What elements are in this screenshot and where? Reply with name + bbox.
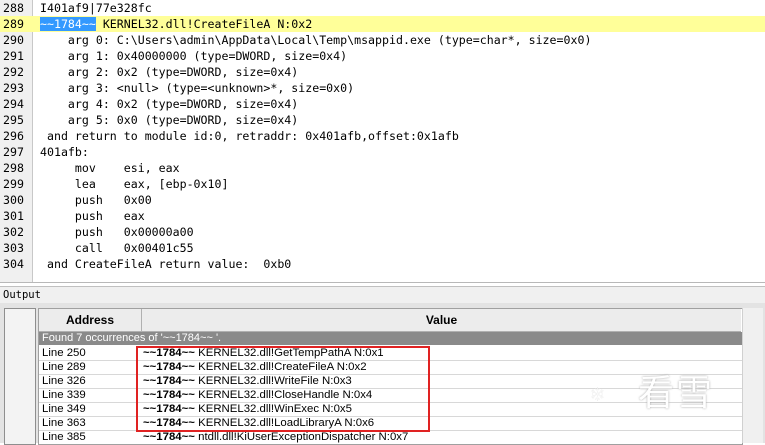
line-number: 295 bbox=[3, 113, 24, 127]
line-number: 299 bbox=[3, 177, 24, 191]
code-line[interactable]: 293 arg 3: <null> (type=<unknown>*, size… bbox=[0, 80, 765, 96]
code-line[interactable]: 295 arg 5: 0x0 (type=DWORD, size=0x4) bbox=[0, 112, 765, 128]
cell-address: Line 363 bbox=[42, 417, 86, 429]
code-text: I401af9|77e328fc bbox=[40, 1, 152, 15]
line-number: 298 bbox=[3, 161, 24, 175]
code-text: arg 1: 0x40000000 (type=DWORD, size=0x4) bbox=[40, 49, 348, 63]
column-header-value[interactable]: Value bbox=[142, 309, 741, 332]
line-number: 297 bbox=[3, 145, 24, 159]
watermark-text: 看雪 bbox=[638, 373, 715, 414]
line-number: 303 bbox=[3, 241, 24, 255]
cell-value-rest: KERNEL32.dll!CreateFileA N:0x2 bbox=[194, 361, 367, 373]
code-text-rest: KERNEL32.dll!CreateFileA N:0x2 bbox=[95, 17, 313, 31]
line-number: 302 bbox=[3, 225, 24, 239]
cell-address: Line 339 bbox=[42, 389, 86, 401]
search-match: ~~1784~~ bbox=[40, 17, 96, 31]
code-line[interactable]: 301 push eax bbox=[0, 208, 765, 224]
output-panel-title: Output bbox=[0, 286, 765, 304]
line-number: 291 bbox=[3, 49, 24, 63]
code-line[interactable]: 288 I401af9|77e328fc bbox=[0, 0, 765, 16]
search-summary-row: Found 7 occurrences of '~~1784~~ '. bbox=[39, 332, 742, 345]
code-text: push eax bbox=[40, 209, 145, 223]
cell-value-id: ~~1784~~ bbox=[143, 361, 195, 373]
cell-address: Line 326 bbox=[42, 375, 86, 387]
code-line[interactable]: 304 and CreateFileA return value: 0xb0 bbox=[0, 256, 765, 272]
line-number: 293 bbox=[3, 81, 24, 95]
line-number: 300 bbox=[3, 193, 24, 207]
code-text: mov esi, eax bbox=[40, 161, 180, 175]
code-line[interactable]: 296 and return to module id:0, retraddr:… bbox=[0, 128, 765, 144]
cell-value-id: ~~1784~~ bbox=[143, 431, 195, 443]
code-text: arg 2: 0x2 (type=DWORD, size=0x4) bbox=[40, 65, 299, 79]
column-header-address[interactable]: Address bbox=[39, 309, 142, 332]
cell-value-rest: KERNEL32.dll!LoadLibraryA N:0x6 bbox=[194, 417, 375, 429]
code-text: arg 3: <null> (type=<unknown>*, size=0x0… bbox=[40, 81, 355, 95]
output-side-strip bbox=[4, 308, 36, 445]
code-line[interactable]: 297 401afb: bbox=[0, 144, 765, 160]
code-editor[interactable]: 288 I401af9|77e328fc 289 ~~1784~~ KERNEL… bbox=[0, 0, 765, 283]
cell-value-rest: KERNEL32.dll!CloseHandle N:0x4 bbox=[194, 389, 373, 401]
code-text: arg 4: 0x2 (type=DWORD, size=0x4) bbox=[40, 97, 299, 111]
code-line[interactable]: 300 push 0x00 bbox=[0, 192, 765, 208]
code-line[interactable]: 299 lea eax, [ebp-0x10] bbox=[0, 176, 765, 192]
cell-value-rest: ntdll.dll!KiUserExceptionDispatcher N:0x… bbox=[194, 431, 409, 443]
code-text: arg 0: C:\Users\admin\AppData\Local\Temp… bbox=[40, 33, 592, 47]
code-text: call 0x00401c55 bbox=[40, 241, 194, 255]
code-text: lea eax, [ebp-0x10] bbox=[40, 177, 229, 191]
code-text: arg 5: 0x0 (type=DWORD, size=0x4) bbox=[40, 113, 299, 127]
cell-value-rest: KERNEL32.dll!GetTempPathA N:0x1 bbox=[194, 347, 384, 359]
code-text: ~~1784~~ KERNEL32.dll!CreateFileA N:0x2 bbox=[40, 16, 312, 32]
code-line[interactable]: 292 arg 2: 0x2 (type=DWORD, size=0x4) bbox=[0, 64, 765, 80]
cell-value-id: ~~1784~~ bbox=[143, 347, 195, 359]
line-number: 304 bbox=[3, 257, 24, 271]
cell-address: Line 289 bbox=[42, 361, 86, 373]
cell-value-id: ~~1784~~ bbox=[143, 389, 195, 401]
code-line[interactable]: 294 arg 4: 0x2 (type=DWORD, size=0x4) bbox=[0, 96, 765, 112]
code-line[interactable]: 298 mov esi, eax bbox=[0, 160, 765, 176]
cell-address: Line 385 bbox=[42, 431, 86, 443]
code-line[interactable]: 302 push 0x00000a00 bbox=[0, 224, 765, 240]
code-text: and CreateFileA return value: 0xb0 bbox=[40, 257, 292, 271]
line-number: 301 bbox=[3, 209, 24, 223]
line-number: 290 bbox=[3, 33, 24, 47]
cell-value-id: ~~1784~~ bbox=[143, 417, 195, 429]
cell-value-rest: KERNEL32.dll!WriteFile N:0x3 bbox=[194, 375, 352, 387]
code-line[interactable]: 290 arg 0: C:\Users\admin\AppData\Local\… bbox=[0, 32, 765, 48]
line-number: 292 bbox=[3, 65, 24, 79]
cell-value-id: ~~1784~~ bbox=[143, 403, 195, 415]
cell-value: ~~1784~~ ntdll.dll!KiUserExceptionDispat… bbox=[143, 430, 738, 444]
code-line[interactable]: 291 arg 1: 0x40000000 (type=DWORD, size=… bbox=[0, 48, 765, 64]
snowflake-icon bbox=[591, 387, 604, 401]
code-text: push 0x00 bbox=[40, 193, 152, 207]
table-row[interactable]: Line 250 ~~1784~~ KERNEL32.dll!GetTempPa… bbox=[39, 346, 742, 361]
code-text: 401afb: bbox=[40, 145, 89, 159]
cell-value: ~~1784~~ KERNEL32.dll!GetTempPathA N:0x1 bbox=[143, 346, 738, 360]
cell-address: Line 349 bbox=[42, 403, 86, 415]
line-number: 288 bbox=[3, 1, 24, 15]
output-title-text: Output bbox=[3, 289, 41, 301]
code-line[interactable]: 303 call 0x00401c55 bbox=[0, 240, 765, 256]
cell-value-id: ~~1784~~ bbox=[143, 375, 195, 387]
code-text: push 0x00000a00 bbox=[40, 225, 194, 239]
code-line-highlighted[interactable]: 289 ~~1784~~ KERNEL32.dll!CreateFileA N:… bbox=[0, 16, 765, 32]
cell-address: Line 250 bbox=[42, 347, 86, 359]
search-summary-text: Found 7 occurrences of '~~1784~~ '. bbox=[42, 332, 222, 344]
line-number: 296 bbox=[3, 129, 24, 143]
vertical-scrollbar[interactable] bbox=[742, 308, 763, 443]
cell-value-rest: KERNEL32.dll!WinExec N:0x5 bbox=[194, 403, 352, 415]
code-text: and return to module id:0, retraddr: 0x4… bbox=[40, 129, 459, 143]
line-number: 294 bbox=[3, 97, 24, 111]
line-number: 289 bbox=[3, 17, 24, 31]
